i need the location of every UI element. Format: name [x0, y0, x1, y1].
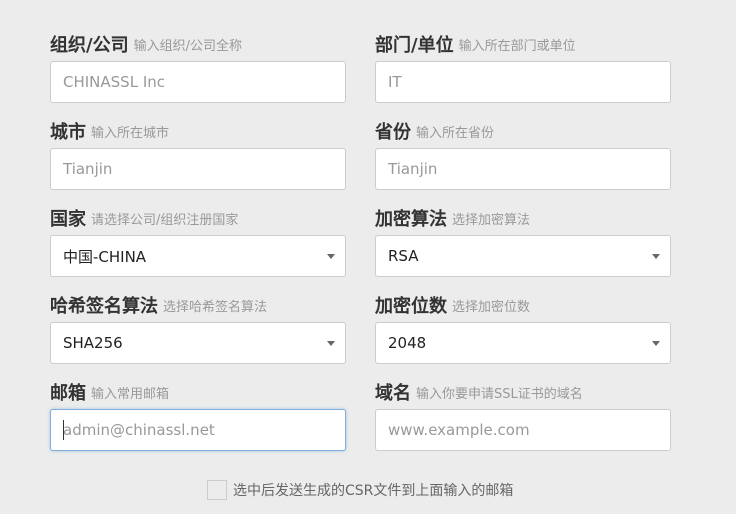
email-field: 邮箱 输入常用邮箱 admin@chinassl.net — [50, 377, 346, 451]
province-hint: 输入所在省份 — [416, 126, 495, 141]
email-label: 邮箱 — [50, 383, 86, 404]
algorithm-hint: 选择加密算法 — [452, 213, 531, 228]
send-csr-checkbox[interactable] — [207, 480, 227, 500]
province-label: 省份 — [375, 122, 411, 143]
hash-value: SHA256 — [63, 334, 123, 352]
domain-label: 域名 — [375, 383, 411, 404]
domain-field: 域名 输入你要申请SSL证书的域名 www.example.com — [375, 377, 671, 451]
dept-label: 部门/单位 — [375, 35, 454, 56]
bits-select[interactable]: 2048 — [375, 322, 671, 364]
algorithm-value: RSA — [388, 247, 419, 265]
chevron-down-icon — [652, 254, 660, 259]
bits-value: 2048 — [388, 334, 427, 352]
send-csr-option[interactable]: 选中后发送生成的CSR文件到上面输入的邮箱 — [207, 480, 513, 500]
text-cursor — [63, 420, 64, 440]
province-input[interactable]: Tianjin — [375, 148, 671, 190]
chevron-down-icon — [327, 254, 335, 259]
dept-input[interactable]: IT — [375, 61, 671, 103]
domain-input[interactable]: www.example.com — [375, 409, 671, 451]
bits-label: 加密位数 — [375, 296, 447, 317]
country-select[interactable]: 中国-CHINA — [50, 235, 346, 277]
city-field: 城市 输入所在城市 Tianjin — [50, 116, 346, 190]
org-label: 组织/公司 — [50, 35, 129, 56]
country-value: 中国-CHINA — [63, 247, 147, 266]
algorithm-label: 加密算法 — [375, 209, 447, 230]
org-field: 组织/公司 输入组织/公司全称 CHINASSL Inc — [50, 29, 346, 103]
algorithm-select[interactable]: RSA — [375, 235, 671, 277]
dept-hint: 输入所在部门或单位 — [458, 39, 576, 54]
country-label: 国家 — [50, 209, 86, 230]
city-hint: 输入所在城市 — [91, 126, 170, 141]
chevron-down-icon — [652, 341, 660, 346]
chevron-down-icon — [327, 341, 335, 346]
hash-hint: 选择哈希签名算法 — [163, 300, 268, 315]
city-label: 城市 — [50, 122, 86, 143]
domain-hint: 输入你要申请SSL证书的域名 — [416, 387, 583, 402]
country-field: 国家 请选择公司/组织注册国家 中国-CHINA — [50, 203, 346, 277]
bits-hint: 选择加密位数 — [452, 300, 531, 315]
email-hint: 输入常用邮箱 — [91, 387, 170, 402]
email-input[interactable]: admin@chinassl.net — [50, 409, 346, 451]
country-hint: 请选择公司/组织注册国家 — [91, 213, 239, 228]
org-hint: 输入组织/公司全称 — [133, 39, 242, 54]
hash-label: 哈希签名算法 — [50, 296, 158, 317]
hash-select[interactable]: SHA256 — [50, 322, 346, 364]
org-input[interactable]: CHINASSL Inc — [50, 61, 346, 103]
hash-field: 哈希签名算法 选择哈希签名算法 SHA256 — [50, 290, 346, 364]
city-input[interactable]: Tianjin — [50, 148, 346, 190]
bits-field: 加密位数 选择加密位数 2048 — [375, 290, 671, 364]
send-csr-label: 选中后发送生成的CSR文件到上面输入的邮箱 — [233, 483, 514, 499]
dept-field: 部门/单位 输入所在部门或单位 IT — [375, 29, 671, 103]
email-placeholder: admin@chinassl.net — [63, 421, 215, 439]
province-field: 省份 输入所在省份 Tianjin — [375, 116, 671, 190]
algorithm-field: 加密算法 选择加密算法 RSA — [375, 203, 671, 277]
